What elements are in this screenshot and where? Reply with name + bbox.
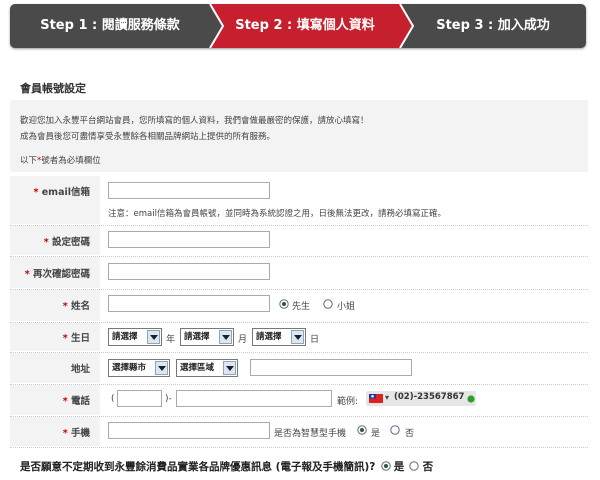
step-1-label: Step 1 : 閱讀服務條款	[40, 18, 180, 33]
confirm-password-row: * 再次確認密碼	[10, 257, 588, 288]
phone-example-badge: ▾ (02)-23567867	[366, 391, 476, 406]
email-row: * email信箱 注意：email信箱為會員帳號，並同時為系統認證之用，日後無…	[10, 176, 588, 224]
step-divider-chevron-icon	[198, 4, 224, 48]
confirm-password-label: * 再次確認密碼	[10, 257, 100, 288]
email-label: * email信箱	[10, 176, 100, 224]
birthday-row: * 生日 請選擇 年 請選擇 月 請選擇 日	[10, 323, 588, 351]
mobile-label: * 手機	[10, 417, 100, 446]
phone-example-label: 範例:	[337, 397, 359, 407]
district-select[interactable]: 選擇區域	[176, 359, 238, 377]
intro-line-2: 成為會員後您可盡情享受永豐餘各相關品牌網站上提供的所有服務。	[20, 132, 276, 142]
mobile-input[interactable]	[108, 422, 270, 439]
step-progress-bar: Step 1 : 閱讀服務條款 Step 2 : 填寫個人資料 Step 3 :…	[10, 4, 586, 48]
name-input[interactable]	[108, 295, 270, 312]
step-2-label: Step 2 : 填寫個人資料	[235, 18, 375, 33]
smartphone-yes-radio[interactable]	[357, 425, 367, 435]
password-input[interactable]	[108, 231, 270, 248]
step-3: Step 3 : 加入成功	[400, 4, 586, 48]
phone-close-paren: )-	[165, 394, 172, 404]
phone-example-value: (02)-23567867	[394, 392, 465, 402]
password-row: * 設定密碼	[10, 226, 588, 255]
phone-call-icon	[467, 395, 475, 403]
subscribe-question: 是否願意不定期收到永豐餘消費品實業各品牌優惠訊息 (電子報及手機簡訊)?	[20, 461, 376, 473]
smartphone-no-label: 否	[405, 429, 415, 439]
gender-female-label: 小姐	[337, 302, 356, 312]
phone-row: * 電話 ( )- 範例: ▾ (02)-23567867	[10, 385, 588, 415]
password-label: * 設定密碼	[10, 226, 100, 255]
gender-male-label: 先生	[292, 302, 311, 312]
smartphone-no-radio[interactable]	[390, 425, 400, 435]
subscribe-no-label: 否	[422, 461, 434, 473]
year-unit: 年	[166, 335, 176, 345]
email-input[interactable]	[108, 182, 270, 199]
step-divider-chevron-icon	[388, 4, 414, 48]
phone-area-code-input[interactable]	[117, 390, 162, 407]
gender-female-radio[interactable]	[323, 299, 333, 309]
email-note: 注意：email信箱為會員帳號，並同時為系統認證之用，日後無法更改，請務必填寫正…	[108, 209, 446, 219]
step-2-active: Step 2 : 填寫個人資料	[210, 4, 400, 48]
phone-open-paren: (	[111, 394, 115, 404]
address-label: 地址	[10, 353, 100, 383]
chevron-down-icon	[147, 330, 160, 344]
chevron-down-icon	[219, 330, 232, 344]
required-note: 以下*號者為必填欄位	[20, 156, 101, 166]
name-row: * 姓名 先生 小姐	[10, 290, 588, 321]
subscribe-yes-radio[interactable]	[380, 461, 391, 471]
taiwan-flag-icon	[369, 394, 383, 403]
day-unit: 日	[310, 335, 320, 345]
address-input[interactable]	[250, 359, 412, 376]
month-unit: 月	[238, 335, 248, 345]
intro-box: 歡迎您加入永豐平台網站會員，您所填寫的個人資料，我們會做最嚴密的保護，請放心填寫…	[10, 100, 588, 172]
chevron-down-icon	[291, 330, 304, 344]
step-3-label: Step 3 : 加入成功	[436, 18, 550, 33]
birthday-label: * 生日	[10, 323, 100, 351]
phone-label: * 電話	[10, 385, 100, 415]
mobile-row: * 手機 是否為智慧型手機 是 否	[10, 417, 588, 446]
step-1: Step 1 : 閱讀服務條款	[10, 4, 210, 48]
name-label: * 姓名	[10, 290, 100, 321]
subscribe-yes-label: 是	[393, 461, 405, 473]
chevron-down-icon	[155, 361, 168, 375]
confirm-password-input[interactable]	[108, 263, 270, 280]
intro-line-1: 歡迎您加入永豐平台網站會員，您所填寫的個人資料，我們會做最嚴密的保護，請放心填寫…	[20, 116, 369, 126]
gender-male-radio[interactable]	[279, 299, 289, 309]
subscribe-row: 是否願意不定期收到永豐餘消費品實業各品牌優惠訊息 (電子報及手機簡訊)? 是 否	[20, 459, 433, 474]
city-select[interactable]: 選擇縣市	[108, 359, 170, 377]
smartphone-question: 是否為智慧型手機	[274, 429, 347, 439]
divider	[10, 447, 588, 448]
address-row: 地址 選擇縣市 選擇區域	[10, 353, 588, 383]
birth-day-select[interactable]: 請選擇	[252, 328, 306, 346]
phone-number-input[interactable]	[176, 390, 332, 407]
section-title: 會員帳號設定	[20, 82, 86, 95]
birth-month-select[interactable]: 請選擇	[180, 328, 234, 346]
birth-year-select[interactable]: 請選擇	[108, 328, 162, 346]
chevron-down-icon	[223, 361, 236, 375]
smartphone-yes-label: 是	[371, 429, 381, 439]
subscribe-no-radio[interactable]	[409, 461, 420, 471]
